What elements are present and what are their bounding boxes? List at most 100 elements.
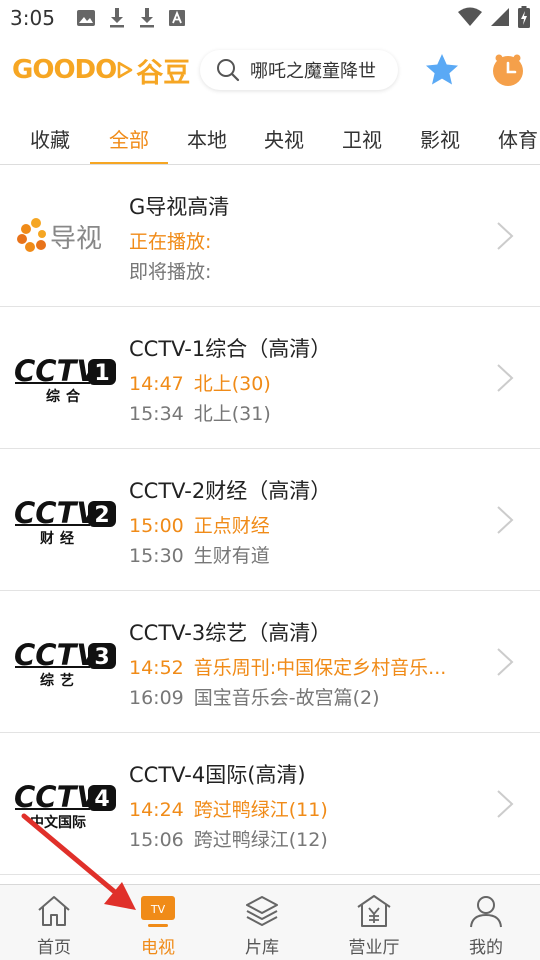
nav-label: 首页 <box>37 938 71 958</box>
logo-latin: GOODO <box>12 55 117 85</box>
tab-movies[interactable]: 影视 <box>420 124 460 153</box>
channel-logo-cctv2: CCTV 2 财经 <box>14 496 116 547</box>
chevron-right-icon <box>497 222 514 250</box>
next-playing: 15:30 生财有道 <box>129 541 270 568</box>
channel-name: CCTV-2财经（高清） <box>129 479 332 503</box>
now-title: 音乐周刊:中国保定乡村音乐... <box>193 657 447 679</box>
chevron-right-icon <box>497 648 514 676</box>
nav-profile[interactable]: 我的 <box>432 885 540 960</box>
image-icon <box>76 10 95 26</box>
now-playing: 正在播放: <box>129 227 211 254</box>
logo-sub: 财经 <box>39 530 80 547</box>
next-playing: 15:06 跨过鸭绿江(12) <box>129 825 328 852</box>
logo-num: 2 <box>94 503 109 528</box>
star-icon[interactable] <box>424 52 460 88</box>
next-title: 生财有道 <box>193 545 270 567</box>
now-playing: 14:24 跨过鸭绿江(11) <box>129 795 328 822</box>
user-icon <box>470 896 502 928</box>
logo-num: 4 <box>94 787 109 812</box>
wifi-icon <box>458 7 482 26</box>
now-playing: 14:52 音乐周刊:中国保定乡村音乐... <box>129 653 446 680</box>
search-box[interactable]: 哪吒之魔童降世 <box>200 50 398 90</box>
tab-local[interactable]: 本地 <box>187 124 227 153</box>
bottom-nav: 首页 TV 电视 片库 营业厅 我的 <box>0 884 540 960</box>
next-time: 16:09 <box>129 687 184 709</box>
next-playing: 16:09 国宝音乐会-故宫篇(2) <box>129 683 380 710</box>
channel-name: CCTV-1综合（高清） <box>129 337 332 361</box>
download-icon <box>139 8 154 28</box>
nav-label: 片库 <box>245 938 279 958</box>
nav-store[interactable]: 营业厅 <box>320 885 428 960</box>
channel-list: 导视 G导视高清 正在播放: 即将播放: CCTV 1 综合 CCTV-1综合（… <box>0 165 540 875</box>
channel-name: CCTV-3综艺（高清） <box>129 621 332 645</box>
search-text: 哪吒之魔童降世 <box>250 61 376 82</box>
logo-sub: 综合 <box>46 388 86 405</box>
now-title: 北上(30) <box>193 373 271 395</box>
status-left-icons <box>76 8 185 28</box>
now-time: 14:24 <box>129 799 184 821</box>
next-title: 跨过鸭绿江(12) <box>193 829 328 851</box>
chevron-right-icon <box>497 364 514 392</box>
next-title: 即将播放: <box>129 261 212 283</box>
status-bar: 3:05 <box>0 0 540 36</box>
nav-library[interactable]: 片库 <box>208 885 316 960</box>
channel-logo-cctv1: CCTV 1 综合 <box>14 354 116 405</box>
tab-favorites[interactable]: 收藏 <box>30 124 70 153</box>
nav-label: 营业厅 <box>348 938 400 958</box>
logo-num: 3 <box>94 645 109 670</box>
now-time: 15:00 <box>129 515 184 537</box>
channel-name: CCTV-4国际(高清) <box>129 763 306 787</box>
tab-satellite[interactable]: 卫视 <box>342 124 382 153</box>
tab-cctv[interactable]: 央视 <box>264 124 304 153</box>
now-time: 14:52 <box>129 657 184 679</box>
category-tabs: 收藏 全部 本地 央视 卫视 影视 体育 <box>0 110 540 165</box>
tv-icon: TV <box>141 896 175 927</box>
home-icon <box>38 896 70 926</box>
logo-text: 导视 <box>50 224 102 254</box>
now-title: 跨过鸭绿江(11) <box>193 799 328 821</box>
now-title: 正点财经 <box>193 515 270 537</box>
next-time: 15:06 <box>129 829 184 851</box>
chevron-right-icon <box>497 506 514 534</box>
next-time: 15:30 <box>129 545 184 567</box>
next-title: 国宝音乐会-故宫篇(2) <box>193 687 380 709</box>
tab-sports[interactable]: 体育 <box>498 124 538 153</box>
next-playing: 15:34 北上(31) <box>129 399 271 426</box>
download-icon <box>109 8 124 28</box>
app-logo: GOODO 谷豆 <box>12 52 191 89</box>
channel-row[interactable]: CCTV 1 综合 CCTV-1综合（高清） 14:47 北上(30) 15:34… <box>0 307 540 449</box>
next-title: 北上(31) <box>193 403 271 425</box>
nav-label: 我的 <box>469 938 503 958</box>
layers-icon <box>246 896 278 926</box>
status-time: 3:05 <box>10 6 55 30</box>
now-playing: 15:00 正点财经 <box>129 511 270 538</box>
now-playing: 14:47 北上(30) <box>129 369 271 396</box>
font-a-icon <box>168 10 185 26</box>
channel-name: G导视高清 <box>129 195 230 219</box>
now-time: 14:47 <box>129 373 184 395</box>
play-triangle-icon <box>117 61 133 79</box>
battery-charging-icon <box>518 6 530 28</box>
logo-cn: 谷豆 <box>136 57 191 89</box>
nav-label: 电视 <box>141 938 175 958</box>
tv-badge-text: TV <box>150 903 166 916</box>
channel-logo-cctv4: CCTV 4 中文国际 <box>14 780 116 831</box>
channel-row[interactable]: 导视 G导视高清 正在播放: 即将播放: <box>0 165 540 307</box>
logo-sub: 综艺 <box>40 672 80 689</box>
store-icon <box>357 895 391 927</box>
chevron-right-icon <box>497 790 514 818</box>
signal-icon <box>491 8 509 26</box>
channel-row[interactable]: CCTV 2 财经 CCTV-2财经（高清） 15:00 正点财经 15:30 生财… <box>0 449 540 591</box>
nav-tv[interactable]: TV 电视 <box>104 885 212 960</box>
channel-logo-cctv3: CCTV 3 综艺 <box>14 638 116 689</box>
channel-logo-gdaoshi: 导视 <box>17 218 102 254</box>
tab-all[interactable]: 全部 <box>109 124 149 153</box>
status-right-icons <box>458 6 530 28</box>
search-icon <box>217 59 240 82</box>
channel-row[interactable]: CCTV 3 综艺 CCTV-3综艺（高清） 14:52 音乐周刊:中国保定乡村音… <box>0 591 540 733</box>
alarm-clock-icon[interactable] <box>490 52 526 88</box>
app-header: GOODO 谷豆 哪吒之魔童降世 <box>0 40 540 102</box>
channel-row[interactable]: CCTV 4 中文国际 CCTV-4国际(高清) 14:24 跨过鸭绿江(11) … <box>0 733 540 875</box>
nav-home[interactable]: 首页 <box>0 885 108 960</box>
logo-num: 1 <box>94 361 109 386</box>
